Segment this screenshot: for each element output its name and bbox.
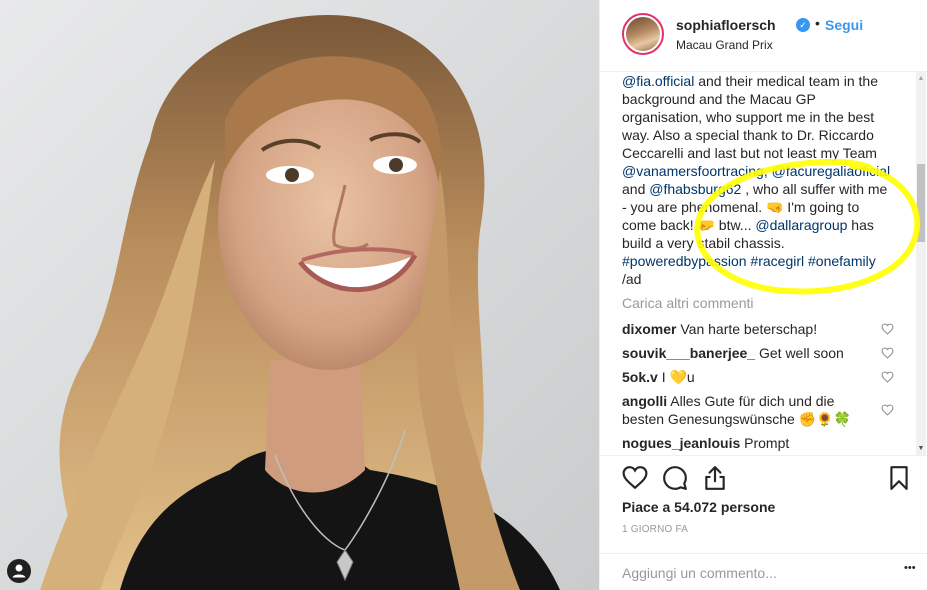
caption-text: and [622, 181, 650, 197]
post-caption: @fia.official and their medical team in … [622, 72, 892, 288]
comment-item: souvik___banerjee_ Get well soon [622, 344, 892, 362]
follow-button[interactable]: Segui [825, 17, 863, 33]
caption-text: , [763, 163, 772, 179]
scrollbar-thumb[interactable] [917, 164, 925, 242]
post-side-panel: sophiafloersch ✓ • Segui Macau Grand Pri… [599, 0, 927, 590]
post-timestamp[interactable]: 1 GIORNO FA [622, 524, 688, 535]
scroll-down-arrow-icon[interactable]: ▼ [916, 445, 926, 452]
comment-item: 5ok.v I 💛u [622, 368, 892, 386]
comment-heart-icon[interactable] [881, 404, 894, 416]
caption-line: way. Also a special thank to Dr. Riccard… [622, 126, 892, 144]
comment-input[interactable] [622, 562, 882, 584]
comment-heart-icon[interactable] [881, 347, 894, 359]
caption-line: @vanamersfoortracing, @facuregaliaoficia… [622, 162, 892, 180]
comment-item: nogues_jeanlouis Prompt [622, 434, 892, 452]
caption-line: Ceccarelli and last but not least my Tea… [622, 144, 892, 162]
bookmark-icon[interactable] [886, 465, 912, 491]
comment-item: dixomer Van harte beterschap! [622, 320, 892, 338]
comment-heart-icon[interactable] [881, 371, 894, 383]
comment-username[interactable]: angolli [622, 393, 667, 409]
scroll-up-arrow-icon[interactable]: ▲ [916, 75, 926, 82]
comment-text: Van harte beterschap! [680, 321, 818, 337]
load-more-comments-button[interactable]: Carica altri commenti [622, 295, 753, 311]
post-username[interactable]: sophiafloersch [676, 17, 776, 33]
comment-username[interactable]: souvik___banerjee_ [622, 345, 755, 361]
mention-link[interactable]: @dallaragroup [755, 217, 847, 233]
caption-text: organisation, who support me in the best [622, 109, 875, 125]
user-tag-icon[interactable] [7, 559, 31, 583]
mention-link[interactable]: @fhabsburg62 [649, 181, 741, 197]
comment-heart-icon[interactable] [881, 323, 894, 335]
comment-text: I 💛u [661, 369, 695, 385]
share-icon[interactable] [702, 465, 728, 491]
post-photo[interactable] [0, 0, 599, 590]
caption-line: - you are phenomenal. 🤜 I'm going to [622, 198, 892, 216]
caption-text: background and the Macau GP [622, 91, 816, 107]
caption-text: /ad [622, 271, 642, 287]
hashtag-link[interactable]: #racegirl [750, 253, 804, 269]
post-header: sophiafloersch ✓ • Segui Macau Grand Pri… [600, 0, 927, 72]
caption-line: /ad [622, 270, 892, 288]
hashtag-link[interactable]: #poweredbypassion [622, 253, 747, 269]
comment-icon[interactable] [662, 465, 688, 491]
comment-text: Prompt [744, 435, 790, 451]
verified-icon: ✓ [796, 18, 810, 32]
hashtag-link[interactable]: #onefamily [808, 253, 876, 269]
caption-text: , who all suffer with me [741, 181, 888, 197]
add-comment-bar [600, 553, 927, 590]
post-actions: Piace a 54.072 persone 1 GIORNO FA ••• [600, 455, 927, 590]
mention-link[interactable]: @vanamersfoortracing [622, 163, 764, 179]
comment-item: angolli Alles Gute für dich und die best… [622, 392, 872, 428]
heart-icon[interactable] [622, 465, 648, 491]
caption-line: background and the Macau GP [622, 90, 892, 108]
caption-text: - you are phenomenal. 🤜 I'm going to [622, 199, 860, 215]
caption-line: build a very stabil chassis. [622, 234, 892, 252]
caption-line: organisation, who support me in the best [622, 108, 892, 126]
caption-text: Ceccarelli and last but not least my Tea… [622, 145, 877, 161]
separator-dot: • [815, 15, 820, 31]
instagram-post-modal: sophiafloersch ✓ • Segui Macau Grand Pri… [0, 0, 927, 590]
mention-link[interactable]: @fia.official [622, 73, 694, 89]
mention-link[interactable]: @facuregaliaoficial [772, 163, 891, 179]
more-options-icon[interactable]: ••• [904, 562, 916, 574]
caption-line: come back! 🤛 btw... @dallaragroup has [622, 216, 892, 234]
caption-text: build a very stabil chassis. [622, 235, 785, 251]
caption-text: and their medical team in the [694, 73, 878, 89]
comment-text: Get well soon [758, 345, 844, 361]
likes-count[interactable]: Piace a 54.072 persone [622, 499, 775, 515]
caption-text: way. Also a special thank to Dr. Riccard… [622, 127, 874, 143]
caption-text: has [847, 217, 874, 233]
post-location[interactable]: Macau Grand Prix [676, 38, 773, 52]
caption-line: #poweredbypassion #racegirl #onefamily [622, 252, 892, 270]
caption-line: @fia.official and their medical team in … [622, 72, 892, 90]
comment-username[interactable]: nogues_jeanlouis [622, 435, 740, 451]
caption-line: and @fhabsburg62 , who all suffer with m… [622, 180, 892, 198]
avatar[interactable] [622, 13, 664, 55]
caption-text: come back! 🤛 btw... [622, 217, 756, 233]
comments-scrollbar[interactable]: ▲ ▼ [916, 72, 926, 455]
comment-username[interactable]: 5ok.v [622, 369, 658, 385]
comments-list[interactable]: @fia.official and their medical team in … [600, 72, 927, 455]
portrait-illustration [0, 0, 599, 590]
comment-username[interactable]: dixomer [622, 321, 676, 337]
